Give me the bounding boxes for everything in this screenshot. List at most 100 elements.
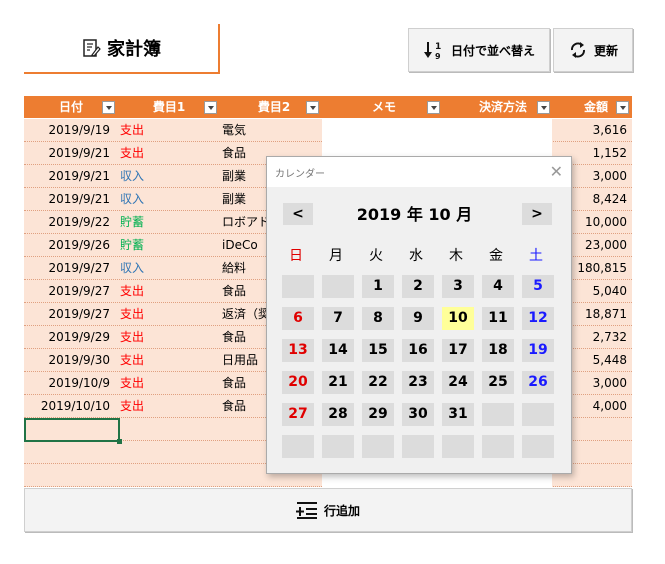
prev-month-button[interactable]: < (283, 203, 313, 225)
date-cell[interactable]: 2019/10/9 (24, 372, 110, 395)
calendar-day[interactable]: 11 (482, 307, 514, 330)
category1-cell[interactable]: 収入 (120, 188, 210, 211)
date-cell[interactable]: 2019/9/21 (24, 165, 110, 188)
calendar-day[interactable]: 29 (362, 403, 394, 426)
calendar-empty-cell (482, 435, 514, 458)
calendar-day[interactable]: 28 (322, 403, 354, 426)
date-cell[interactable]: 2019/9/21 (24, 188, 110, 211)
category1-cell[interactable]: 支出 (120, 372, 210, 395)
date-cell[interactable]: 2019/9/27 (24, 280, 110, 303)
calendar-day[interactable]: 3 (442, 275, 474, 298)
category1-cell[interactable]: 貯蓄 (120, 211, 210, 234)
sheet-title: 家計簿 (24, 24, 220, 74)
date-cell[interactable]: 2019/9/30 (24, 349, 110, 372)
next-month-button[interactable]: > (522, 203, 552, 225)
filter-dropdown-payment[interactable] (537, 101, 550, 114)
refresh-button[interactable]: 更新 (553, 28, 633, 72)
calendar-day[interactable]: 10 (442, 307, 474, 330)
add-row-label: 行追加 (323, 503, 360, 518)
column-header-cat2: 費目2 (257, 100, 291, 114)
calendar-day[interactable]: 6 (282, 307, 314, 330)
category1-cell[interactable]: 支出 (120, 119, 210, 142)
category1-cell[interactable]: 支出 (120, 303, 210, 326)
column-header-cat1: 費目1 (152, 100, 186, 114)
sort-ascending-icon: 1 9 (423, 42, 441, 61)
calendar-day[interactable]: 9 (402, 307, 434, 330)
weekday-label: 日 (289, 248, 303, 264)
calendar-day[interactable]: 30 (402, 403, 434, 426)
calendar-empty-cell (282, 435, 314, 458)
calendar-day[interactable]: 15 (362, 339, 394, 362)
category1-cell[interactable]: 支出 (120, 280, 210, 303)
calendar-day[interactable]: 25 (482, 371, 514, 394)
calendar-day[interactable]: 24 (442, 371, 474, 394)
close-icon[interactable]: ✕ (550, 162, 563, 181)
add-row-button[interactable]: 行追加 (24, 488, 632, 532)
calendar-empty-cell (322, 435, 354, 458)
calendar-day[interactable]: 5 (522, 275, 554, 298)
weekday-label: 土 (529, 248, 543, 264)
calendar-day[interactable]: 7 (322, 307, 354, 330)
category1-cell[interactable]: 収入 (120, 257, 210, 280)
svg-text:9: 9 (435, 52, 441, 61)
date-cell[interactable]: 2019/9/29 (24, 326, 110, 349)
calendar-day[interactable]: 17 (442, 339, 474, 362)
weekday-label: 金 (489, 248, 503, 264)
calendar-day[interactable]: 19 (522, 339, 554, 362)
calendar-empty-cell (322, 275, 354, 298)
calendar-day[interactable]: 14 (322, 339, 354, 362)
calendar-day[interactable]: 1 (362, 275, 394, 298)
category2-cell[interactable]: 電気 (222, 119, 317, 142)
calendar-title: カレンダー (275, 169, 325, 180)
category1-cell[interactable]: 貯蓄 (120, 234, 210, 257)
date-cell[interactable]: 2019/9/26 (24, 234, 110, 257)
category1-cell[interactable]: 支出 (120, 349, 210, 372)
calendar-day[interactable]: 12 (522, 307, 554, 330)
calendar-day[interactable]: 4 (482, 275, 514, 298)
filter-dropdown-cat2[interactable] (306, 101, 319, 114)
calendar-day[interactable]: 16 (402, 339, 434, 362)
calendar-empty-cell (482, 403, 514, 426)
calendar-day[interactable]: 26 (522, 371, 554, 394)
amount-cell[interactable]: 3,616 (552, 119, 627, 142)
calendar-day[interactable]: 13 (282, 339, 314, 362)
column-header-memo: メモ (371, 100, 396, 114)
date-cell[interactable]: 2019/9/21 (24, 142, 110, 165)
memo-cell[interactable] (322, 119, 552, 142)
filter-dropdown-cat1[interactable] (204, 101, 217, 114)
filter-dropdown-date[interactable] (102, 101, 115, 114)
category1-cell[interactable]: 収入 (120, 165, 210, 188)
calendar-day[interactable]: 27 (282, 403, 314, 426)
category1-cell[interactable]: 支出 (120, 142, 210, 165)
calendar-day[interactable]: 8 (362, 307, 394, 330)
date-cell[interactable]: 2019/10/10 (24, 395, 110, 418)
filter-dropdown-amount[interactable] (616, 101, 629, 114)
calendar-day[interactable]: 31 (442, 403, 474, 426)
calendar-day[interactable]: 23 (402, 371, 434, 394)
date-cell[interactable]: 2019/9/19 (24, 119, 110, 142)
date-cell[interactable]: 2019/9/27 (24, 257, 110, 280)
svg-text:1: 1 (435, 42, 441, 52)
calendar-month-label: 2019 年 10 月 (356, 205, 473, 224)
weekday-label: 火 (369, 248, 383, 264)
calendar-empty-cell (522, 403, 554, 426)
calendar-empty-cell (522, 435, 554, 458)
date-cell[interactable]: 2019/9/22 (24, 211, 110, 234)
category1-cell[interactable]: 支出 (120, 395, 210, 418)
calendar-empty-cell (362, 435, 394, 458)
calendar-day[interactable]: 20 (282, 371, 314, 394)
weekday-label: 月 (329, 248, 343, 264)
category1-cell[interactable]: 支出 (120, 326, 210, 349)
calendar-day[interactable]: 18 (482, 339, 514, 362)
title-text: 家計簿 (107, 39, 161, 60)
date-cell[interactable]: 2019/9/27 (24, 303, 110, 326)
table-row[interactable]: 2019/9/19 支出 電気 3,616 (24, 119, 632, 142)
sort-by-date-button[interactable]: 1 9 日付で並べ替え (408, 28, 550, 72)
calendar-day[interactable]: 22 (362, 371, 394, 394)
filter-dropdown-memo[interactable] (427, 101, 440, 114)
calendar-day[interactable]: 2 (402, 275, 434, 298)
table-header: 日付 費目1 費目2 メモ 決済方法 金額 (24, 96, 632, 118)
calendar-day[interactable]: 21 (322, 371, 354, 394)
calendar-dialog: カレンダー ✕ < 2019 年 10 月 > 日月火水木金土 12345678… (266, 156, 572, 474)
selected-cell[interactable] (24, 418, 122, 444)
